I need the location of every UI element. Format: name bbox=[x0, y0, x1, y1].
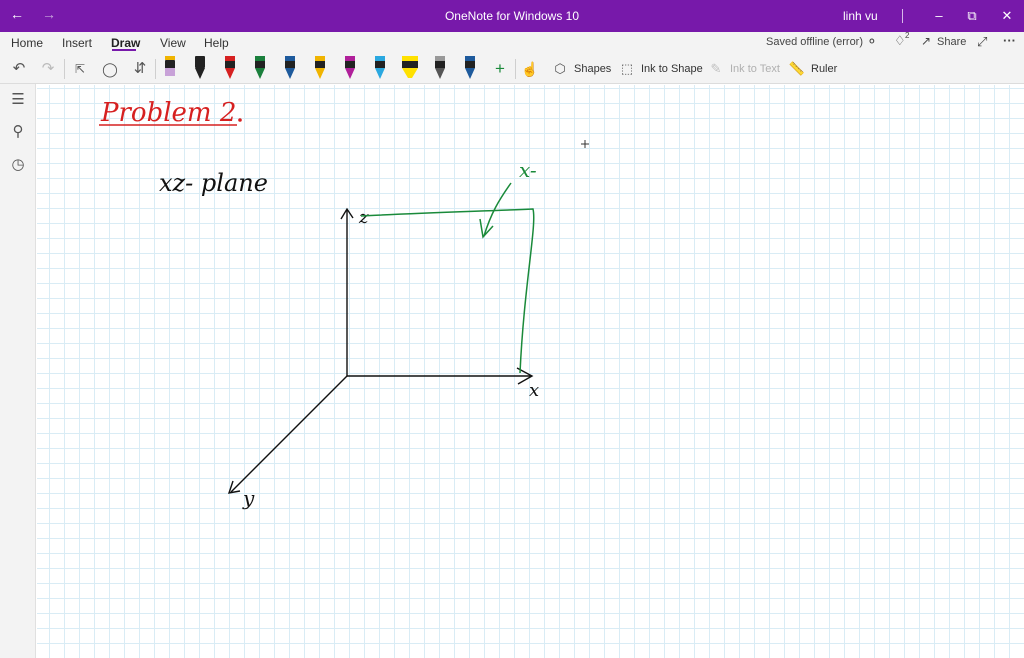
more-icon[interactable]: ··· bbox=[1003, 33, 1016, 48]
left-sidebar: ☰ ⚲ ◷ bbox=[0, 84, 36, 658]
toolbar-divider bbox=[64, 59, 65, 79]
redo-icon[interactable]: ↷ bbox=[37, 58, 59, 80]
title-bar: ← → OneNote for Windows 10 linh vu – ⧉ ✕ bbox=[0, 0, 1024, 32]
highlighter-tool[interactable] bbox=[400, 54, 420, 82]
ink-to-shape-button[interactable]: Ink to Shape bbox=[641, 59, 703, 79]
lasso-select-icon[interactable]: ◯ bbox=[99, 58, 121, 80]
axis-label-x: x bbox=[529, 380, 539, 401]
ink-to-shape-icon[interactable]: ⬚ bbox=[616, 58, 638, 80]
ink-to-text-icon: ✎ bbox=[710, 61, 722, 76]
notification-count: 2 bbox=[905, 31, 910, 40]
ruler-icon[interactable]: 📏 bbox=[786, 58, 808, 80]
share-icon[interactable]: ↗ bbox=[921, 34, 931, 48]
user-name[interactable]: linh vu bbox=[843, 9, 878, 23]
shapes-icon[interactable]: ⬡ bbox=[549, 58, 571, 80]
ink-to-text-button[interactable]: Ink to Text bbox=[730, 59, 780, 79]
title-divider bbox=[902, 9, 903, 23]
axis-label-y: y bbox=[242, 486, 255, 510]
menu-help[interactable]: Help bbox=[204, 36, 229, 50]
touch-draw-icon[interactable]: ☝ bbox=[519, 58, 541, 80]
add-space-icon[interactable]: ⇵ bbox=[129, 58, 151, 80]
pen-tool-9[interactable] bbox=[462, 54, 478, 82]
lightbulb-icon[interactable]: ⚬ bbox=[866, 33, 878, 50]
note-canvas[interactable]: Problem 2 xz- plane z x y x- bbox=[37, 85, 1024, 658]
type-select-icon[interactable]: ⇱ bbox=[69, 58, 91, 80]
label-green-x[interactable]: x- bbox=[519, 158, 537, 182]
ruler-button[interactable]: Ruler bbox=[811, 59, 837, 79]
clock-icon[interactable]: ◷ bbox=[7, 154, 29, 176]
toolbar-divider bbox=[155, 59, 156, 79]
heading-dot bbox=[238, 118, 242, 122]
shapes-button[interactable]: Shapes bbox=[574, 59, 611, 79]
fullscreen-icon[interactable]: ⤢ bbox=[977, 34, 987, 50]
menu-bar: Home Insert Draw View Help Saved offline… bbox=[0, 31, 1024, 54]
minimize-icon[interactable]: – bbox=[927, 4, 951, 28]
pen-tool-5[interactable] bbox=[282, 54, 298, 82]
search-icon[interactable]: ⚲ bbox=[7, 121, 29, 143]
green-annotation[interactable] bbox=[360, 182, 535, 374]
pen-tool-4[interactable] bbox=[252, 54, 268, 82]
heading-problem-2[interactable]: Problem 2 bbox=[100, 98, 236, 128]
label-xz-plane[interactable]: xz- plane bbox=[159, 169, 268, 197]
pen-cursor-icon bbox=[581, 140, 589, 148]
add-pen-icon[interactable]: + bbox=[489, 58, 511, 80]
undo-icon[interactable]: ↶ bbox=[8, 58, 30, 80]
pen-tool-8[interactable] bbox=[372, 54, 388, 82]
draw-toolbar: ↶ ↷ ⇱ ◯ ⇵ + ☝ ⬡ Shapes ⬚ Ink to Shape ✎ bbox=[0, 54, 1024, 84]
restore-icon[interactable]: ⧉ bbox=[960, 4, 984, 28]
y-axis-arrow bbox=[227, 480, 241, 494]
menu-view[interactable]: View bbox=[160, 36, 186, 50]
active-tab-indicator bbox=[112, 49, 136, 51]
y-axis[interactable] bbox=[230, 375, 348, 493]
close-icon[interactable]: ✕ bbox=[995, 4, 1019, 28]
menu-home[interactable]: Home bbox=[11, 36, 43, 50]
pen-tool-7[interactable] bbox=[342, 54, 358, 82]
notebooks-icon[interactable]: ☰ bbox=[7, 89, 29, 111]
pen-tool-2[interactable] bbox=[192, 54, 208, 82]
ink-layer[interactable]: Problem 2 xz- plane z x y x- bbox=[37, 85, 1024, 658]
axis-label-z: z bbox=[358, 207, 369, 228]
menu-draw[interactable]: Draw bbox=[111, 36, 140, 50]
bell-icon[interactable]: ♢ bbox=[894, 33, 906, 49]
pen-tool-3[interactable] bbox=[222, 54, 238, 82]
pen-tool-6[interactable] bbox=[312, 54, 328, 82]
sync-status[interactable]: Saved offline (error) bbox=[766, 36, 863, 48]
axes-drawing[interactable] bbox=[227, 207, 534, 494]
share-button[interactable]: Share bbox=[937, 36, 966, 48]
pencil-tool[interactable] bbox=[432, 54, 448, 82]
pen-tool-1[interactable] bbox=[162, 54, 178, 82]
toolbar-divider bbox=[515, 59, 516, 79]
green-plane-outline[interactable] bbox=[360, 208, 535, 374]
menu-insert[interactable]: Insert bbox=[62, 36, 92, 50]
